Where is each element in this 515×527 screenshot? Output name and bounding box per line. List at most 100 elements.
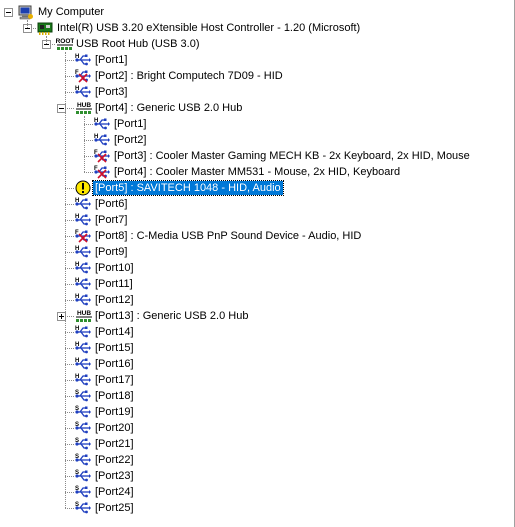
tree-connector: [65, 348, 74, 349]
usb-ss-port-icon: S: [75, 436, 91, 452]
tree-node[interactable]: H [Port17]: [0, 372, 515, 388]
tree-node[interactable]: S [Port18]: [0, 388, 515, 404]
tree-node[interactable]: S [Port25]: [0, 500, 515, 516]
tree-node-label[interactable]: [Port14]: [93, 325, 136, 339]
tree-connector: [65, 380, 74, 381]
usb-port-icon: H: [75, 52, 91, 68]
tree-node[interactable]: H [Port6]: [0, 196, 515, 212]
usb-device-icon: F: [75, 68, 91, 84]
tree-node-label[interactable]: [Port20]: [93, 421, 136, 435]
tree-node-label[interactable]: [Port16]: [93, 357, 136, 371]
tree-node-label[interactable]: [Port25]: [93, 501, 136, 515]
tree-node[interactable]: S [Port20]: [0, 420, 515, 436]
tree-node-label[interactable]: [Port7]: [93, 213, 129, 227]
usb-device-icon: F: [75, 228, 91, 244]
tree-connector: [84, 172, 93, 173]
tree-node-label[interactable]: [Port1]: [112, 117, 148, 131]
tree-node-label[interactable]: [Port23]: [93, 469, 136, 483]
tree-node[interactable]: H [Port2]: [0, 132, 515, 148]
tree-connector: [65, 412, 74, 413]
tree-node[interactable]: S [Port19]: [0, 404, 515, 420]
tree-node-label[interactable]: [Port19]: [93, 405, 136, 419]
usb-device-icon: F: [94, 148, 110, 164]
usb-port-icon: H: [94, 132, 110, 148]
usb-port-icon: H: [75, 244, 91, 260]
tree-node-label[interactable]: [Port4] : Cooler Master MM531 - Mouse, 2…: [112, 165, 402, 179]
usb-port-icon: H: [75, 324, 91, 340]
tree-node-label[interactable]: [Port5] : SAVITECH 1048 - HID, Audio: [92, 180, 284, 196]
tree-node-label[interactable]: [Port15]: [93, 341, 136, 355]
tree-node[interactable]: H [Port1]: [0, 52, 515, 68]
usb-ss-port-icon: S: [75, 484, 91, 500]
tree-node[interactable]: H [Port14]: [0, 324, 515, 340]
tree-connector: [65, 236, 74, 237]
tree-node[interactable]: H [Port1]: [0, 116, 515, 132]
tree-node[interactable]: S [Port23]: [0, 468, 515, 484]
tree-node[interactable]: HUB [Port4] : Generic USB 2.0 Hub: [0, 100, 515, 116]
tree-node[interactable]: S [Port22]: [0, 452, 515, 468]
tree-node[interactable]: H [Port9]: [0, 244, 515, 260]
tree-node[interactable]: F [Port4] : Cooler Master MM531 - Mouse, …: [0, 164, 515, 180]
tree-node[interactable]: S [Port21]: [0, 436, 515, 452]
tree-node-label[interactable]: [Port2] : Bright Computech 7D09 - HID: [93, 69, 285, 83]
tree-node-label[interactable]: USB Root Hub (USB 3.0): [74, 37, 202, 51]
tree-node[interactable]: HUB [Port13] : Generic USB 2.0 Hub: [0, 308, 515, 324]
tree-node[interactable]: H [Port7]: [0, 212, 515, 228]
usb-port-icon: H: [75, 340, 91, 356]
tree-node-label[interactable]: [Port13] : Generic USB 2.0 Hub: [93, 309, 250, 323]
tree-node-label[interactable]: [Port9]: [93, 245, 129, 259]
tree-connector: [65, 268, 74, 269]
tree-node[interactable]: H [Port12]: [0, 292, 515, 308]
tree-node[interactable]: F [Port2] : Bright Computech 7D09 - HID: [0, 68, 515, 84]
tree-node[interactable]: H [Port3]: [0, 84, 515, 100]
usb-ss-port-icon: S: [75, 468, 91, 484]
tree-node-label[interactable]: [Port6]: [93, 197, 129, 211]
tree-node[interactable]: Intel(R) USB 3.20 eXtensible Host Contro…: [0, 20, 515, 36]
tree-node[interactable]: H [Port10]: [0, 260, 515, 276]
usb-port-icon: H: [75, 212, 91, 228]
tree-node-label[interactable]: [Port1]: [93, 53, 129, 67]
expand-toggle[interactable]: [4, 8, 13, 17]
tree-node-label[interactable]: [Port4] : Generic USB 2.0 Hub: [93, 101, 244, 115]
tree-connector: [27, 20, 28, 28]
tree-node[interactable]: S [Port24]: [0, 484, 515, 500]
tree-node[interactable]: H [Port15]: [0, 340, 515, 356]
tree-connector: [65, 300, 74, 301]
tree-node-label[interactable]: [Port11]: [93, 277, 135, 291]
tree-node-label[interactable]: [Port8] : C-Media USB PnP Sound Device -…: [93, 229, 363, 243]
tree-node[interactable]: My Computer: [0, 4, 515, 20]
tree-connector: [65, 252, 74, 253]
usb-port-icon: H: [75, 260, 91, 276]
usb-port-icon: H: [75, 372, 91, 388]
root-hub-icon: ROOT: [56, 36, 74, 52]
tree-node[interactable]: H [Port11]: [0, 276, 515, 292]
tree-node[interactable]: ROOT USB Root Hub (USB 3.0): [0, 36, 515, 52]
usb-ss-port-icon: S: [75, 388, 91, 404]
usb-port-icon: H: [75, 276, 91, 292]
tree-node-label[interactable]: My Computer: [36, 5, 106, 19]
computer-icon: [18, 4, 34, 20]
tree-connector: [65, 460, 74, 461]
tree-connector: [65, 492, 74, 493]
tree-node-label[interactable]: [Port24]: [93, 485, 136, 499]
tree-node-label[interactable]: [Port2]: [112, 133, 148, 147]
tree-node-label[interactable]: [Port21]: [93, 437, 136, 451]
tree-node-label[interactable]: [Port12]: [93, 293, 136, 307]
tree-node-label[interactable]: [Port3]: [93, 85, 129, 99]
tree-node-label[interactable]: [Port22]: [93, 453, 136, 467]
tree-node[interactable]: F [Port8] : C-Media USB PnP Sound Device …: [0, 228, 515, 244]
tree-node-label[interactable]: [Port18]: [93, 389, 136, 403]
tree-node-label[interactable]: [Port3] : Cooler Master Gaming MECH KB -…: [112, 149, 472, 163]
tree-connector: [65, 364, 74, 365]
tree-node[interactable]: H [Port16]: [0, 356, 515, 372]
tree-node-label[interactable]: Intel(R) USB 3.20 eXtensible Host Contro…: [55, 21, 362, 35]
tree-node-label[interactable]: [Port17]: [93, 373, 136, 387]
tree-node[interactable]: F [Port3] : Cooler Master Gaming MECH KB …: [0, 148, 515, 164]
usb-device-tree[interactable]: My Computer Intel(R) USB 3.20 eXtensible …: [0, 0, 515, 527]
usb-ss-port-icon: S: [75, 404, 91, 420]
usb-port-icon: H: [75, 196, 91, 212]
tree-node[interactable]: [Port5] : SAVITECH 1048 - HID, Audio: [0, 180, 515, 196]
tree-connector: [84, 140, 93, 141]
svg-text:ROOT: ROOT: [56, 38, 74, 45]
tree-node-label[interactable]: [Port10]: [93, 261, 136, 275]
